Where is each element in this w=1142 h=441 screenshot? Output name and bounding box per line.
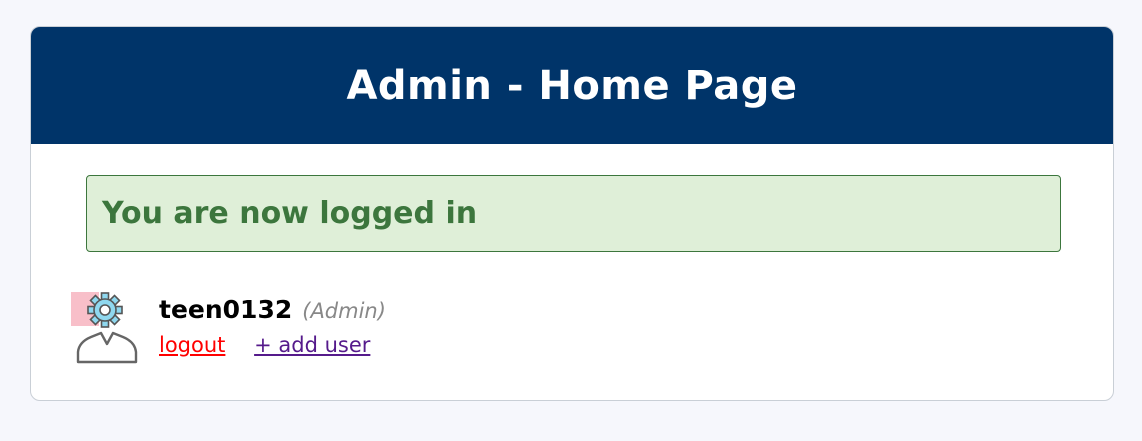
user-info: teen0132 (Admin) logout + add user (159, 292, 386, 357)
user-role: (Admin) (302, 299, 386, 323)
page-header: Admin - Home Page (31, 27, 1113, 144)
logout-link[interactable]: logout (159, 333, 225, 357)
add-user-link[interactable]: + add user (254, 333, 370, 357)
alert-message: You are now logged in (102, 196, 478, 231)
user-profile: teen0132 (Admin) logout + add user (71, 292, 386, 364)
user-links: logout + add user (159, 333, 386, 357)
success-alert: You are now logged in (86, 175, 1061, 252)
page-title: Admin - Home Page (346, 62, 798, 109)
admin-card: Admin - Home Page You are now logged in (30, 26, 1114, 401)
username: teen0132 (159, 295, 293, 324)
admin-user-gear-icon (71, 292, 143, 364)
name-row: teen0132 (Admin) (159, 295, 386, 327)
